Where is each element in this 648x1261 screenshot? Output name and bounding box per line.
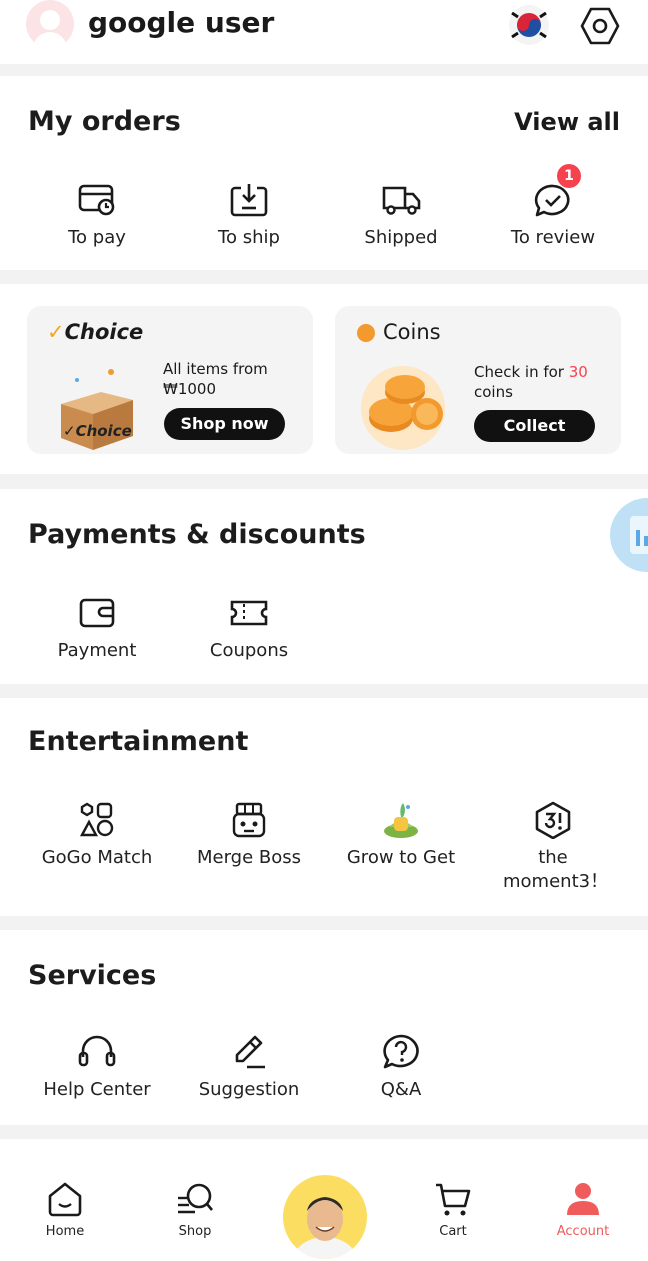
qa-label: Q&A: [380, 1079, 422, 1100]
choice-brand: ✓Choice: [47, 320, 144, 344]
view-all-link[interactable]: View all: [514, 108, 620, 136]
pencil-icon: [173, 1032, 325, 1072]
merge-boss-label: Merge Boss: [196, 847, 302, 868]
home-icon: [0, 1180, 130, 1220]
bill-clock-icon: [21, 180, 173, 220]
choice-check-mark: ✓: [47, 320, 65, 344]
choice-box-label: ✓Choice: [63, 422, 132, 440]
entertainment-section: Entertainment GoGo Match Merge Boss Grow…: [0, 698, 648, 916]
center-promo-avatar[interactable]: [283, 1175, 367, 1259]
gogo-match-label: GoGo Match: [41, 847, 153, 868]
grow-to-get-item[interactable]: Grow to Get: [325, 800, 477, 870]
nav-shop[interactable]: Shop: [130, 1180, 260, 1239]
order-label: To review: [510, 227, 596, 248]
nav-account-label: Account: [556, 1224, 610, 1239]
orders-title: My orders: [28, 106, 181, 137]
payment-label: Payment: [57, 640, 137, 661]
order-to-ship[interactable]: To ship: [173, 180, 325, 250]
chat-check-icon: [477, 180, 629, 220]
merge-boss-item[interactable]: Merge Boss: [173, 800, 325, 870]
nav-shop-label: Shop: [178, 1224, 212, 1239]
orders-section: My orders View all To pay To ship Shippe…: [0, 76, 648, 270]
match-shapes-icon: [21, 800, 173, 840]
nav-cart[interactable]: Cart: [388, 1180, 518, 1239]
nav-account[interactable]: Account: [518, 1180, 648, 1239]
help-center-item[interactable]: Help Center: [21, 1032, 173, 1102]
coupons-label: Coupons: [209, 640, 289, 661]
plant-icon: [325, 800, 477, 840]
avatar[interactable]: [26, 0, 74, 48]
payment-item[interactable]: Payment: [21, 593, 173, 663]
wallet-icon: [21, 593, 173, 633]
headset-icon: [21, 1032, 173, 1072]
shop-search-icon: [130, 1180, 260, 1220]
suggestion-label: Suggestion: [198, 1079, 300, 1100]
chart-tab-icon: [630, 516, 648, 554]
account-icon: [518, 1180, 648, 1220]
korea-flag-icon[interactable]: [508, 4, 550, 46]
choice-text-1: All items from: [163, 360, 268, 378]
order-shipped[interactable]: Shipped: [325, 180, 477, 250]
gogo-match-item[interactable]: GoGo Match: [21, 800, 173, 870]
ticket-icon: [173, 593, 325, 633]
order-label: To ship: [218, 227, 280, 248]
coupons-item[interactable]: Coupons: [173, 593, 325, 663]
shop-now-button[interactable]: Shop now: [164, 408, 285, 440]
collect-button[interactable]: Collect: [474, 410, 595, 442]
services-title: Services: [28, 960, 157, 991]
entertainment-title: Entertainment: [28, 726, 249, 757]
order-to-pay[interactable]: To pay: [21, 180, 173, 250]
cart-icon: [388, 1180, 518, 1220]
order-to-review[interactable]: 1 To review: [477, 164, 629, 250]
coin-small-icon: [357, 324, 375, 342]
moment3-item[interactable]: the moment3！: [477, 800, 629, 894]
review-badge: 1: [557, 164, 581, 188]
truck-icon: [325, 180, 477, 220]
qa-item[interactable]: Q&A: [325, 1032, 477, 1102]
coins-card[interactable]: Coins Check in for 30 coins Collect: [335, 306, 621, 454]
username[interactable]: google user: [88, 6, 274, 39]
settings-hex-icon[interactable]: [580, 6, 620, 46]
top-bar: google user: [0, 0, 648, 64]
order-label: To pay: [68, 227, 126, 248]
payments-section: Payments & discounts Payment Coupons: [0, 489, 648, 684]
help-center-label: Help Center: [43, 1079, 151, 1100]
nav-home[interactable]: Home: [0, 1180, 130, 1239]
robot-icon: [173, 800, 325, 840]
moment3-hex-icon: [477, 800, 629, 840]
choice-card[interactable]: ✓Choice ✓Choice All items from ₩1000 Sho…: [27, 306, 313, 454]
coins-text: Check in for 30 coins: [474, 363, 588, 401]
coins-amount: 30: [568, 363, 588, 381]
payments-title: Payments & discounts: [28, 519, 366, 550]
nav-cart-label: Cart: [439, 1224, 467, 1239]
question-bubble-icon: [325, 1032, 477, 1072]
services-section: Services Help Center Suggestion Q&A: [0, 930, 648, 1125]
choice-box-image: ✓Choice: [47, 366, 147, 452]
nav-home-label: Home: [45, 1224, 85, 1239]
package-in-icon: [173, 180, 325, 220]
coins-title: Coins: [383, 320, 441, 344]
grow-to-get-label: Grow to Get: [346, 847, 456, 868]
suggestion-item[interactable]: Suggestion: [173, 1032, 325, 1102]
moment3-label: the moment3！: [503, 847, 609, 892]
coins-stack-image: [357, 362, 455, 452]
order-label: Shipped: [364, 227, 438, 248]
choice-text-2: ₩1000: [163, 380, 217, 398]
